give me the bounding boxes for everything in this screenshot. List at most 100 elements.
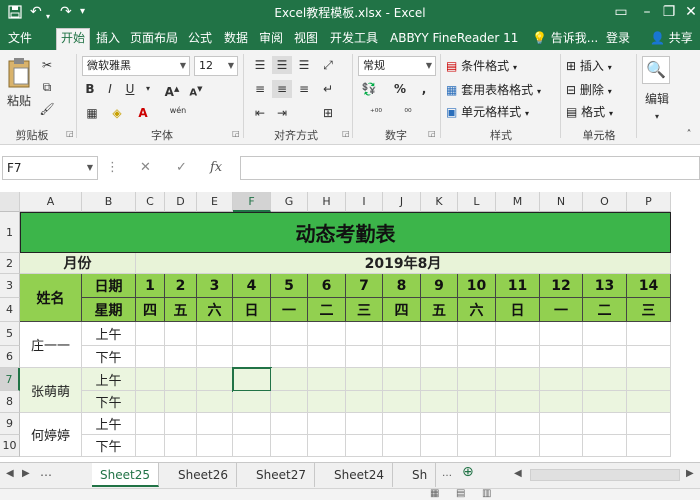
increase-decimal-icon[interactable]: ⁺⁰⁰ [362,104,390,122]
insert-cells-button[interactable]: ⊞ 插入 ▾ [566,56,632,76]
attendance-cell[interactable] [421,346,458,368]
employee-name-cell[interactable]: 庄一一 [20,322,82,368]
weekday-cell[interactable]: 二 [308,298,346,322]
attendance-cell[interactable] [165,322,197,346]
cut-icon[interactable]: ✂ [38,56,56,74]
sheet-tab-sheet27[interactable]: Sheet27 [248,463,315,487]
month-value-cell[interactable]: 2019年8月 [136,253,671,274]
ribbon-display-icon[interactable]: ▭ [610,3,632,21]
column-header[interactable]: J [383,192,421,212]
column-header[interactable]: D [165,192,197,212]
weekday-cell[interactable]: 三 [627,298,671,322]
weekday-cell[interactable]: 日 [233,298,271,322]
attendance-cell[interactable] [197,322,233,346]
attendance-cell[interactable] [496,322,540,346]
fill-color-icon[interactable]: ◈ [106,104,128,122]
insert-function-icon[interactable]: fx [210,160,222,175]
column-header[interactable]: N [540,192,583,212]
attendance-cell[interactable] [165,346,197,368]
sign-in-link[interactable]: 登录 [602,29,634,50]
attendance-cell[interactable] [136,322,165,346]
enter-icon[interactable]: ✓ [176,160,187,175]
attendance-cell[interactable] [308,322,346,346]
attendance-cell[interactable] [233,413,271,435]
prev-sheet-icon[interactable]: ◀ [6,468,14,479]
attendance-cell[interactable] [383,413,421,435]
attendance-cell[interactable] [496,391,540,413]
column-header[interactable]: B [82,192,136,212]
tab-page-layout[interactable]: 页面布局 [126,29,182,50]
date-label-cell[interactable]: 日期 [82,274,136,298]
date-cell[interactable]: 13 [583,274,627,298]
afternoon-cell[interactable]: 下午 [82,346,136,368]
tab-developer[interactable]: 开发工具 [326,29,382,50]
sheet-tab-sheet26[interactable]: Sheet26 [170,463,237,487]
afternoon-cell[interactable]: 下午 [82,391,136,413]
sheet-tab-sheet24[interactable]: Sheet24 [326,463,393,487]
attendance-cell[interactable] [583,435,627,457]
font-launcher-icon[interactable]: ◲ [232,129,240,138]
name-box[interactable]: F7 ▼ [2,156,98,180]
align-left-icon[interactable]: ≡ [250,80,270,98]
weekday-cell[interactable]: 一 [271,298,308,322]
row-header[interactable]: 1 [0,212,20,253]
attendance-cell[interactable] [627,435,671,457]
attendance-cell[interactable] [540,322,583,346]
name-header-cell[interactable]: 姓名 [20,274,82,322]
page-layout-view-icon[interactable]: ▤ [456,488,465,499]
row-header[interactable]: 6 [0,346,20,368]
attendance-cell[interactable] [383,346,421,368]
tab-home[interactable]: 开始 [56,28,91,50]
attendance-cell[interactable] [346,322,383,346]
attendance-cell[interactable] [136,346,165,368]
attendance-cell[interactable] [627,413,671,435]
attendance-cell[interactable] [346,346,383,368]
sheet-tab-sheet25[interactable]: Sheet25 [92,463,159,487]
attendance-cell[interactable] [496,346,540,368]
weekday-cell[interactable]: 一 [540,298,583,322]
attendance-cell[interactable] [627,346,671,368]
decrease-indent-icon[interactable]: ⇤ [250,104,270,122]
attendance-cell[interactable] [383,391,421,413]
top-align-icon[interactable]: ☰ [250,56,270,74]
column-header[interactable]: E [197,192,233,212]
attendance-cell[interactable] [458,391,496,413]
weekday-cell[interactable]: 二 [583,298,627,322]
attendance-cell[interactable] [383,368,421,391]
tab-abbyy[interactable]: ABBYY FineReader 11 [386,29,522,50]
row-header[interactable]: 2 [0,253,20,274]
date-cell[interactable]: 2 [165,274,197,298]
attendance-cell[interactable] [165,368,197,391]
attendance-cell[interactable] [458,368,496,391]
merge-center-icon[interactable]: ⊞ [318,104,338,122]
attendance-cell[interactable] [308,391,346,413]
font-color-icon[interactable]: A [132,104,154,122]
attendance-cell[interactable] [233,391,271,413]
attendance-cell[interactable] [165,435,197,457]
attendance-cell[interactable] [383,435,421,457]
more-sheets-icon[interactable]: … [442,468,452,479]
attendance-cell[interactable] [136,413,165,435]
date-cell[interactable]: 8 [383,274,421,298]
attendance-cell[interactable] [496,435,540,457]
normal-view-icon[interactable]: ▦ [430,488,439,499]
month-label-cell[interactable]: 月份 [20,253,136,274]
date-cell[interactable]: 4 [233,274,271,298]
decrease-font-icon[interactable]: A▼ [186,80,206,98]
attendance-cell[interactable] [583,322,627,346]
attendance-cell[interactable] [308,413,346,435]
afternoon-cell[interactable]: 下午 [82,435,136,457]
attendance-cell[interactable] [627,391,671,413]
middle-align-icon[interactable]: ☰ [272,56,292,74]
find-select-button[interactable]: 🔍 [642,56,670,84]
attendance-cell[interactable] [271,322,308,346]
attendance-cell[interactable] [627,368,671,391]
attendance-cell[interactable] [583,368,627,391]
attendance-cell[interactable] [421,413,458,435]
attendance-cell[interactable] [197,435,233,457]
attendance-cell[interactable] [271,413,308,435]
more-sheets-icon[interactable]: … [40,465,52,479]
attendance-cell[interactable] [421,368,458,391]
attendance-cell[interactable] [197,391,233,413]
attendance-cell[interactable] [583,346,627,368]
